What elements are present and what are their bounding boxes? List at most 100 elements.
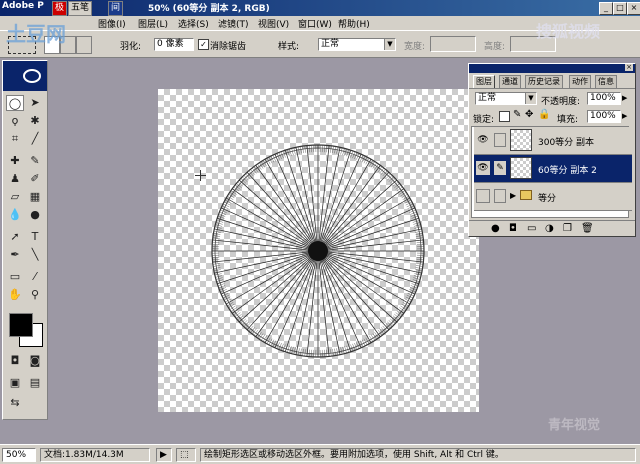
spoke-line <box>221 207 319 252</box>
screen-mode-full-icon[interactable]: ▤ <box>26 375 44 391</box>
history-brush-icon[interactable]: ✐ <box>26 171 44 187</box>
blur-tool-icon[interactable]: 💧 <box>6 207 24 223</box>
lock-label: 锁定: <box>473 115 495 125</box>
healing-brush-icon[interactable]: ✚ <box>6 153 24 169</box>
lock-move-icon[interactable]: ✥ <box>525 109 533 120</box>
pen-tool-icon[interactable]: ✒ <box>6 247 24 263</box>
line-tool-icon[interactable]: ╲ <box>26 247 44 263</box>
trash-icon[interactable]: 🗑 <box>581 223 594 234</box>
eyedropper-icon[interactable]: ⁄ <box>26 269 44 285</box>
rim-tick <box>334 348 336 356</box>
blend-mode-select[interactable]: 正常 ▼ <box>475 92 537 105</box>
rim-tick <box>213 230 221 233</box>
marquee-tool-icon[interactable]: ◯ <box>6 95 24 111</box>
menu-layer[interactable]: 图层(L) <box>138 17 168 30</box>
lock-paint-icon[interactable]: ✎ <box>513 109 521 120</box>
antialias-checkbox[interactable]: ✓ <box>198 39 209 50</box>
screen-mode-standard-icon[interactable]: ▣ <box>6 375 24 391</box>
rim-tick <box>330 145 332 153</box>
gradient-tool-icon[interactable]: ▦ <box>26 189 44 205</box>
notes-tool-icon[interactable]: ▭ <box>6 269 24 285</box>
layer-group-row[interactable]: ▶ 等分 <box>474 183 632 211</box>
close-icon[interactable]: × <box>625 64 633 71</box>
rim-tick <box>326 349 328 357</box>
width-input[interactable] <box>430 36 476 52</box>
layer-thumbnail <box>510 157 532 179</box>
eye-icon[interactable]: 👁 <box>476 161 490 175</box>
hand-tool-icon[interactable]: ✋ <box>6 287 24 303</box>
rim-tick <box>330 349 332 357</box>
slice-tool-icon[interactable]: ╱ <box>26 131 44 147</box>
foreground-color-swatch[interactable] <box>9 313 33 337</box>
crosshair-cursor-icon <box>195 170 206 181</box>
lock-all-icon[interactable]: 🔒 <box>538 109 550 120</box>
link-slot[interactable] <box>494 133 506 147</box>
eye-slot[interactable] <box>476 189 490 203</box>
type-tool-icon[interactable]: T <box>26 229 44 245</box>
tab-channels[interactable]: 通道 <box>499 75 521 88</box>
clone-stamp-icon[interactable]: ♟ <box>6 171 24 187</box>
document-canvas[interactable] <box>158 89 479 412</box>
lock-transparency-icon[interactable] <box>499 111 510 122</box>
new-group-icon[interactable]: ▭ <box>527 223 536 234</box>
layer-row-selected[interactable]: 👁 ✎ 60等分 副本 2 <box>474 155 632 183</box>
zoom-input[interactable]: 50% <box>2 448 36 462</box>
ime-indicator[interactable]: 极 <box>52 1 68 16</box>
opacity-arrow-icon[interactable]: ▶ <box>622 94 627 102</box>
lasso-tool-icon[interactable]: ϙ <box>6 113 24 129</box>
layer-mask-icon[interactable]: ◘ <box>509 223 517 234</box>
brush-tool-icon[interactable]: ✎ <box>26 153 44 169</box>
jump-to-imageready-icon[interactable]: ⇆ <box>6 395 24 411</box>
fill-arrow-icon[interactable]: ▶ <box>622 112 627 120</box>
rim-tick <box>212 259 220 261</box>
eye-icon[interactable]: 👁 <box>476 133 490 147</box>
tab-actions[interactable]: 动作 <box>569 75 591 88</box>
spoke-line <box>317 250 415 295</box>
menu-window[interactable]: 窗口(W) <box>298 17 332 30</box>
layer-row[interactable]: 👁 300等分 副本 <box>474 127 632 155</box>
fill-input[interactable]: 100% <box>587 110 621 123</box>
rim-tick <box>416 237 424 239</box>
layer-style-icon[interactable]: ● <box>491 223 500 234</box>
rim-tick <box>242 176 248 182</box>
dodge-tool-icon[interactable]: ● <box>26 207 44 223</box>
tab-history[interactable]: 历史记录 <box>525 75 563 88</box>
expand-triangle-icon[interactable]: ▶ <box>510 191 516 200</box>
crop-tool-icon[interactable]: ⌗ <box>6 131 24 147</box>
quickmask-mode-icon[interactable]: ◙ <box>26 353 44 369</box>
eraser-tool-icon[interactable]: ▱ <box>6 189 24 205</box>
menu-view[interactable]: 视图(V) <box>258 17 289 30</box>
menu-help[interactable]: 帮助(H) <box>338 17 370 30</box>
tab-info[interactable]: 信息 <box>595 75 617 88</box>
doc-size-info[interactable]: 文档:1.83M/14.3M <box>40 448 150 462</box>
menu-image[interactable]: 图像(I) <box>98 17 126 30</box>
rim-tick <box>243 175 249 181</box>
link-slot[interactable] <box>494 189 506 203</box>
status-arrow-icon[interactable]: ▶ <box>156 448 172 462</box>
zoom-tool-icon[interactable]: ⚲ <box>26 287 44 303</box>
opacity-input[interactable]: 100% <box>587 92 621 105</box>
rim-tick <box>416 263 424 265</box>
subtract-selection-icon[interactable] <box>76 36 92 54</box>
adjustment-layer-icon[interactable]: ◑ <box>545 223 554 234</box>
new-layer-icon[interactable]: ❐ <box>563 223 572 234</box>
standard-mode-icon[interactable]: ◘ <box>6 353 24 369</box>
tab-layers[interactable]: 图层 <box>473 75 495 88</box>
palette-title-bar[interactable]: × <box>469 64 635 73</box>
menu-select[interactable]: 选择(S) <box>178 17 209 30</box>
ime-wubi-button[interactable]: 五笔 <box>68 1 93 16</box>
move-tool-icon[interactable]: ➤ <box>26 95 44 111</box>
rim-tick <box>415 265 423 267</box>
magic-wand-icon[interactable]: ✱ <box>26 113 44 129</box>
maximize-button[interactable]: □ <box>613 2 627 15</box>
path-select-icon[interactable]: ➚ <box>6 229 24 245</box>
close-button[interactable]: × <box>627 2 640 15</box>
ime-punct-button[interactable]: 间 <box>108 1 124 16</box>
watermark-top-left: 土豆网 <box>6 22 66 46</box>
toolbox: ◯ ➤ ϙ ✱ ⌗ ╱ ✚ ✎ ♟ ✐ ▱ ▦ 💧 ● ➚ T ✒ ╲ ▭ ⁄ … <box>2 60 48 420</box>
menu-filter[interactable]: 滤镜(T) <box>218 17 249 30</box>
spoke-line <box>317 154 362 252</box>
minimize-button[interactable]: _ <box>599 2 613 15</box>
style-select[interactable]: 正常 ▼ <box>318 38 396 51</box>
feather-input[interactable]: 0 像素 <box>154 38 194 51</box>
